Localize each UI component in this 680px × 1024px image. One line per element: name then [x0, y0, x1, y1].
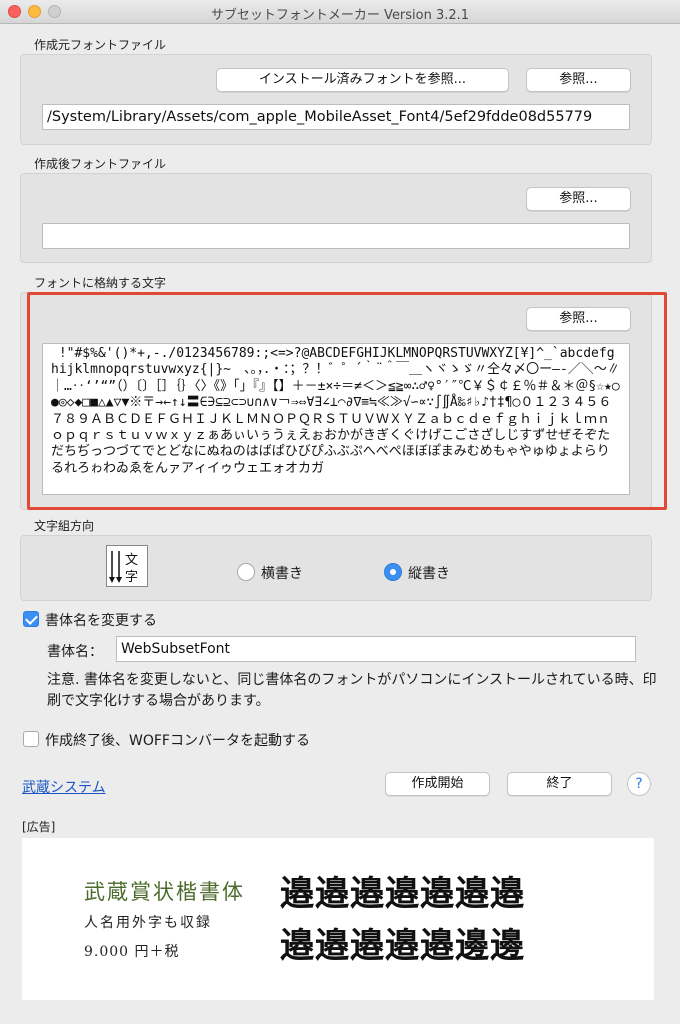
vertical-writing-icon: 文 字: [106, 545, 148, 587]
output-path-field[interactable]: [42, 223, 630, 249]
horizontal-radio[interactable]: [237, 563, 255, 581]
output-font-label: 作成後フォントファイル: [34, 157, 167, 171]
chars-label: フォントに格納する文字: [34, 276, 167, 290]
font-name-label: 書体名：: [47, 644, 103, 660]
rename-checkbox[interactable]: [23, 611, 39, 627]
help-button[interactable]: ?: [627, 772, 651, 796]
woff-checkbox[interactable]: [23, 731, 39, 747]
vertical-radio[interactable]: [384, 563, 402, 581]
source-browse-button[interactable]: 参照...: [526, 68, 631, 92]
highlight-annotation: [27, 292, 667, 510]
title-bar: サブセットフォントメーカー Version 3.2.1: [0, 0, 680, 24]
horizontal-radio-label[interactable]: 横書き: [261, 563, 303, 583]
quit-button[interactable]: 終了: [507, 772, 612, 796]
ad-label: [広告]: [22, 820, 56, 834]
svg-text:文: 文: [125, 553, 138, 568]
ad-price: 9.000 円＋税: [84, 944, 180, 960]
woff-checkbox-label[interactable]: 作成終了後、WOFFコンバータを起動する: [45, 730, 310, 750]
ad-subtitle: 人名用外字も収録: [84, 915, 212, 931]
ad-glyph-row-1: 邉邉邉邉邉邉邉: [280, 874, 525, 914]
svg-text:字: 字: [125, 570, 138, 585]
ad-title: 武蔵賞状楷書体: [84, 880, 245, 904]
window-title: サブセットフォントメーカー Version 3.2.1: [210, 8, 470, 23]
source-path-field[interactable]: /System/Library/Assets/com_apple_MobileA…: [42, 104, 630, 130]
installed-fonts-button[interactable]: インストール済みフォントを参照...: [216, 68, 509, 92]
start-button[interactable]: 作成開始: [385, 772, 490, 796]
musashi-system-link[interactable]: 武蔵システム: [22, 777, 106, 797]
rename-note: 注意. 書体名を変更しないと、同じ書体名のフォントがパソコンにインストールされて…: [47, 672, 657, 709]
vertical-radio-label[interactable]: 縦書き: [408, 563, 450, 583]
rename-checkbox-label[interactable]: 書体名を変更する: [45, 610, 157, 630]
ad-banner[interactable]: 武蔵賞状楷書体 人名用外字も収録 9.000 円＋税 邉邉邉邉邉邉邉 邉邉邉邉邉…: [22, 838, 654, 1000]
output-browse-button[interactable]: 参照...: [526, 187, 631, 211]
direction-label: 文字組方向: [34, 519, 95, 533]
source-font-label: 作成元フォントファイル: [34, 38, 167, 52]
font-name-input[interactable]: WebSubsetFont: [116, 636, 636, 662]
ad-glyph-row-2: 邉邉邉邉邉邊邊: [280, 926, 525, 966]
